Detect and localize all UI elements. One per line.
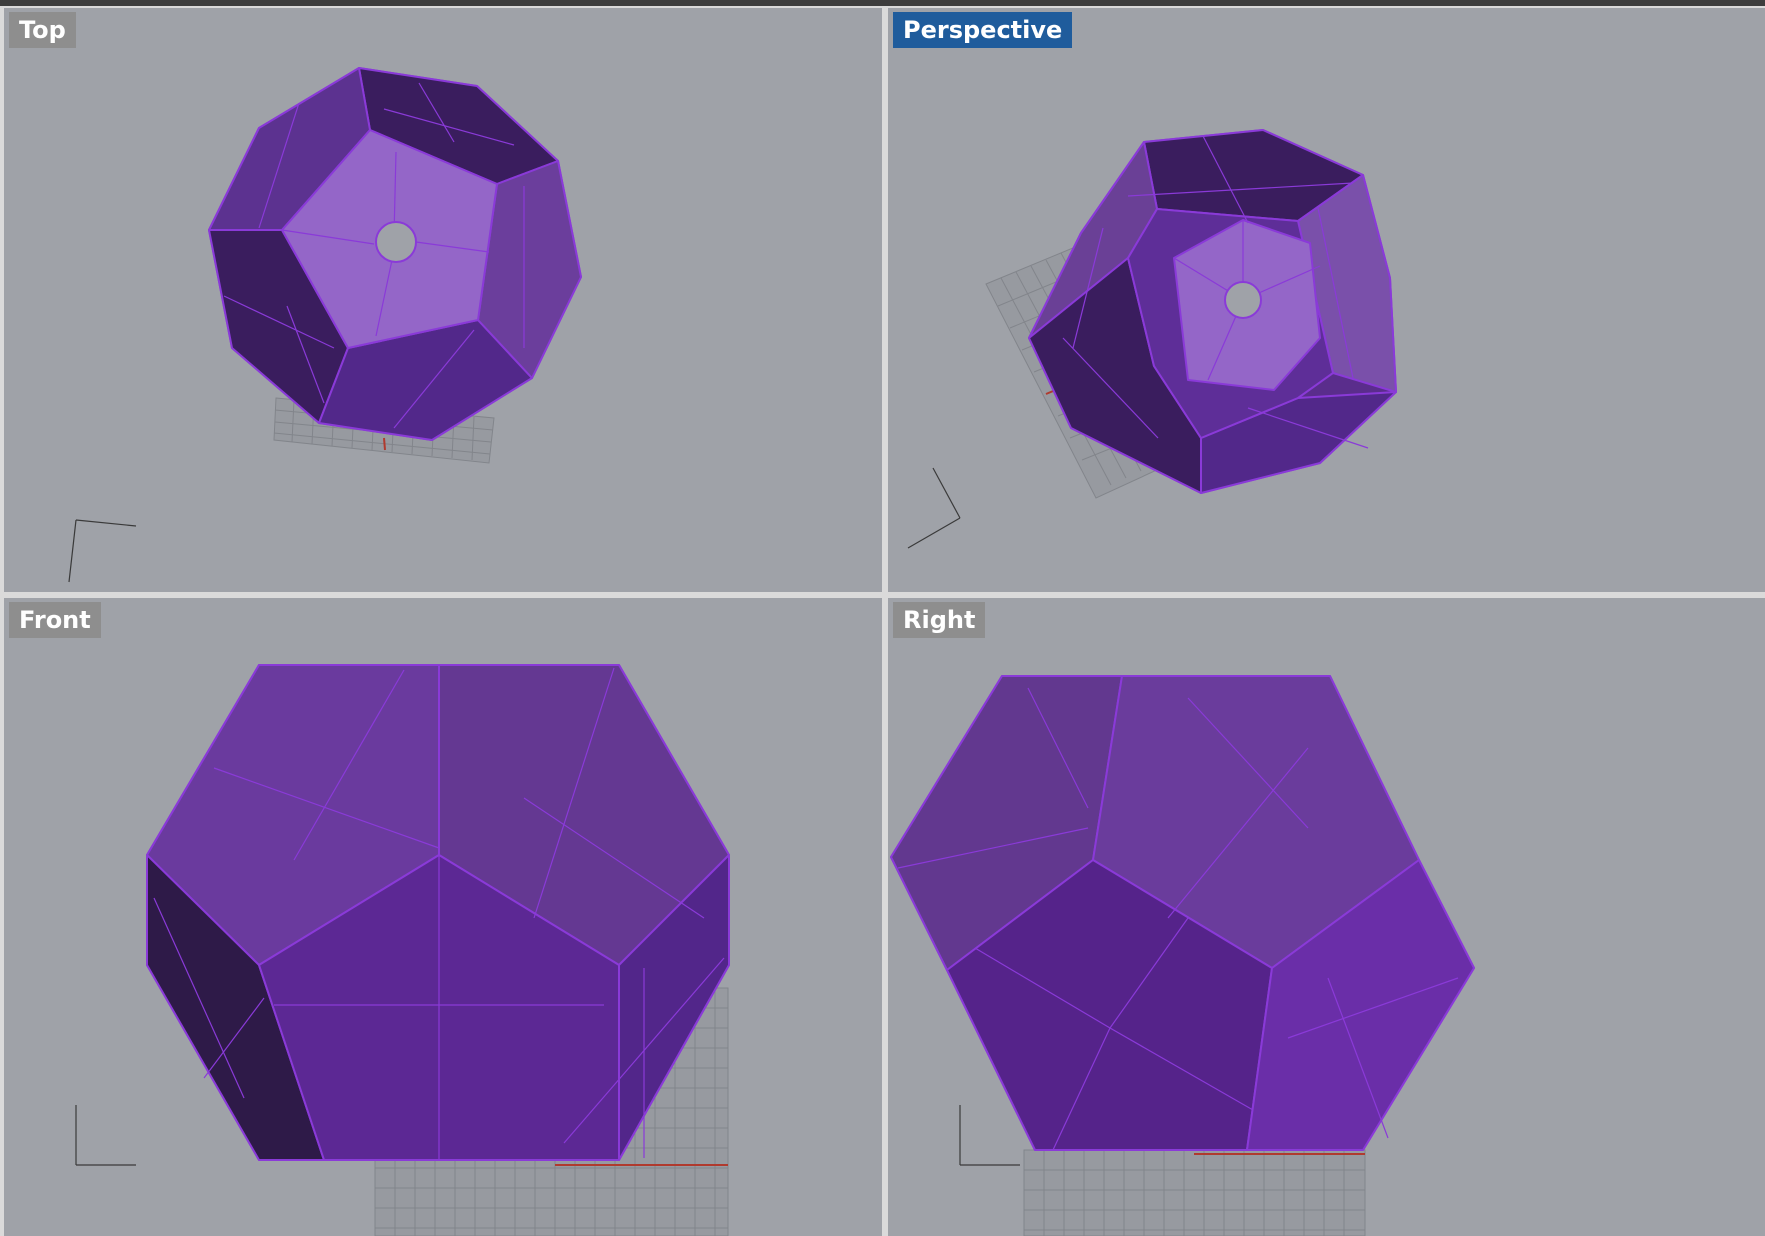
- viewport-splitter-horizontal[interactable]: [0, 592, 1765, 598]
- construction-grid: [1023, 1149, 1366, 1236]
- viewport-perspective[interactable]: Perspective: [888, 8, 1765, 592]
- axis-gizmo-icon: [75, 1105, 136, 1166]
- right-view-canvas[interactable]: [888, 598, 1765, 1236]
- viewport-label-front[interactable]: Front: [9, 602, 101, 638]
- viewport-front[interactable]: Front: [4, 598, 882, 1236]
- perspective-view-canvas[interactable]: [888, 8, 1765, 592]
- viewport-right[interactable]: Right: [888, 598, 1765, 1236]
- viewport-top[interactable]: Top: [4, 8, 882, 592]
- dodecahedron-front[interactable]: [146, 664, 730, 1161]
- axis-gizmo-icon: [959, 1105, 1020, 1166]
- dodecahedron-right[interactable]: [890, 675, 1475, 1151]
- axis-gizmo-icon: [907, 467, 961, 549]
- x-axis-line: [383, 437, 386, 451]
- top-view-canvas[interactable]: [4, 8, 882, 592]
- center-hole: [375, 221, 417, 263]
- viewport-splitter-vertical[interactable]: [882, 6, 888, 1236]
- axis-gizmo-icon: [68, 519, 137, 583]
- viewport-label-top[interactable]: Top: [9, 12, 76, 48]
- viewport-label-perspective[interactable]: Perspective: [893, 12, 1073, 48]
- center-hole: [1224, 281, 1262, 319]
- viewport-label-right[interactable]: Right: [893, 602, 986, 638]
- front-view-canvas[interactable]: [4, 598, 882, 1236]
